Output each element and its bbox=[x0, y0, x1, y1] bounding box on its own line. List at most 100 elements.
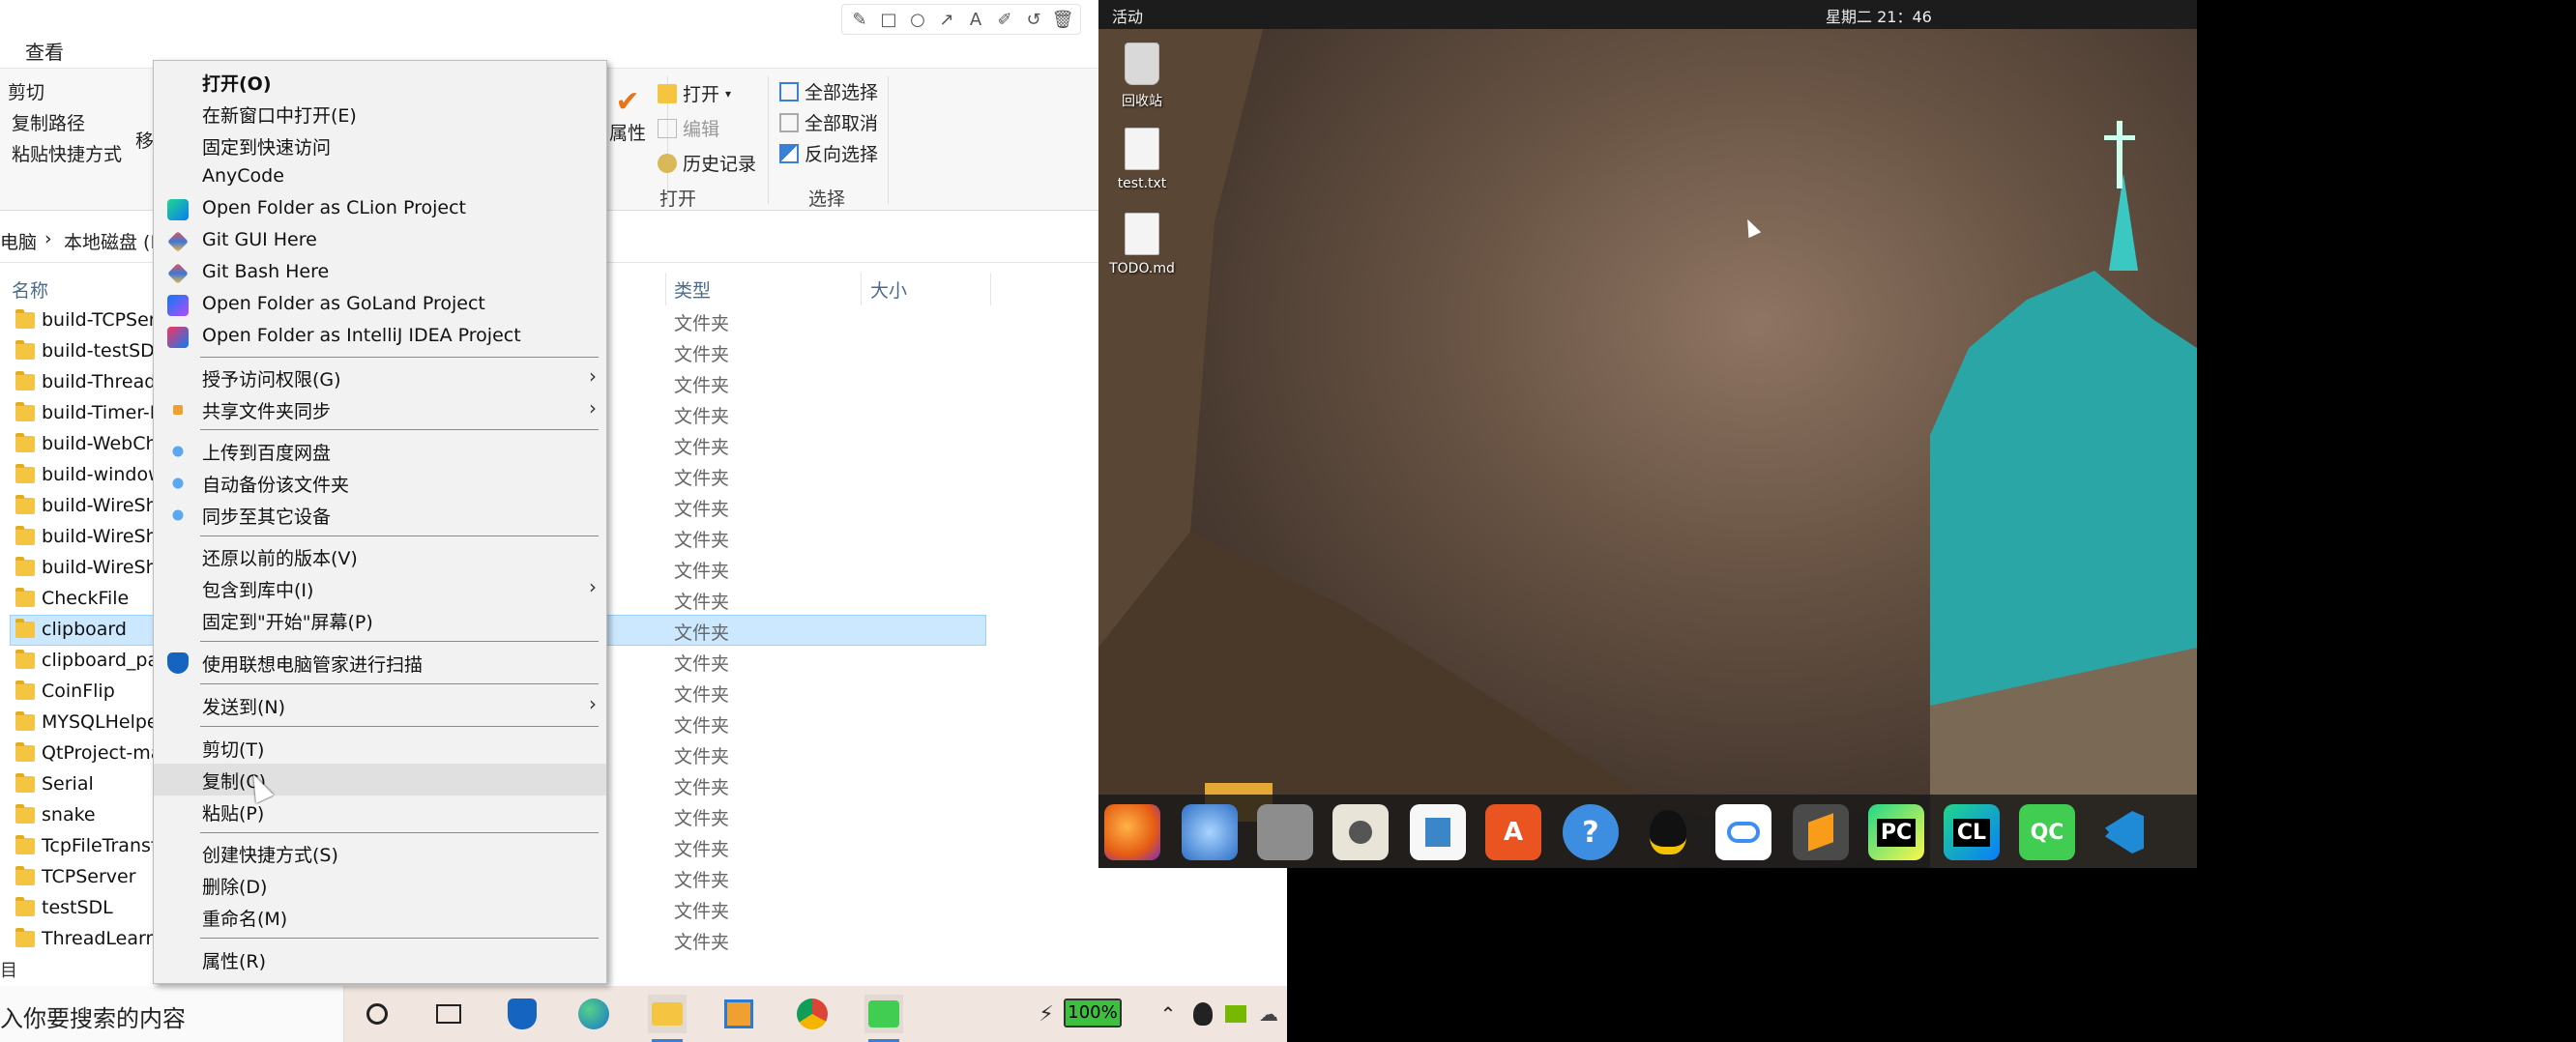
menu-create-shortcut[interactable]: 创建快捷方式(S) bbox=[154, 837, 606, 869]
task-view-icon[interactable] bbox=[429, 995, 468, 1033]
chrome-icon[interactable] bbox=[793, 995, 832, 1033]
folder-icon bbox=[15, 680, 35, 700]
menu-include-library[interactable]: 包含到库中(I) › bbox=[154, 572, 606, 604]
text-icon[interactable]: A bbox=[964, 8, 987, 31]
libreoffice-icon[interactable] bbox=[1410, 804, 1466, 860]
files-icon[interactable] bbox=[1257, 804, 1313, 860]
chevron-up-icon[interactable]: ⌃ bbox=[1149, 995, 1187, 1033]
circle-icon[interactable]: ○ bbox=[906, 8, 929, 31]
undo-icon[interactable]: ↺ bbox=[1022, 8, 1045, 31]
desktop-icon-test-txt[interactable]: test.txt bbox=[1098, 128, 1186, 191]
paste-shortcut-button[interactable]: 粘贴快捷方式 bbox=[12, 140, 122, 166]
column-divider[interactable] bbox=[665, 273, 666, 305]
select-none-button[interactable]: 全部取消 bbox=[779, 109, 878, 135]
copy-path-button[interactable]: 复制路径 bbox=[12, 109, 85, 135]
qtcreator-label: QC bbox=[2030, 820, 2064, 845]
select-all-button[interactable]: 全部选择 bbox=[779, 78, 878, 104]
remote-desktop-icon[interactable] bbox=[719, 995, 758, 1033]
menu-intellij[interactable]: Open Folder as IntelliJ IDEA Project bbox=[154, 321, 606, 353]
cut-button[interactable]: 剪切 bbox=[8, 78, 44, 104]
column-size[interactable]: 大小 bbox=[870, 276, 907, 303]
menu-open-new-window[interactable]: 在新窗口中打开(E) bbox=[154, 98, 606, 130]
sublime-text-icon[interactable] bbox=[1793, 804, 1849, 860]
baidu-netdisk-icon bbox=[172, 509, 184, 521]
menu-send-to[interactable]: 发送到(N) › bbox=[154, 689, 606, 721]
move-to-button[interactable]: 移 bbox=[135, 127, 154, 153]
tab-view[interactable]: 查看 bbox=[25, 37, 64, 65]
menu-grant-access[interactable]: 授予访问权限(G) › bbox=[154, 362, 606, 393]
clion-icon[interactable]: CL bbox=[1944, 804, 2000, 860]
rhythmbox-icon[interactable] bbox=[1332, 804, 1389, 860]
column-divider[interactable] bbox=[990, 273, 991, 305]
search-placeholder: 入你要搜索的内容 bbox=[0, 1005, 186, 1032]
software-center-icon[interactable]: A bbox=[1485, 804, 1541, 860]
baidu-netdisk-icon[interactable] bbox=[1715, 804, 1771, 860]
menu-sync-device[interactable]: 同步至其它设备 bbox=[154, 499, 606, 531]
desktop-icon-todo-md[interactable]: TODO.md bbox=[1098, 213, 1186, 276]
edit-button[interactable]: 编辑 bbox=[658, 115, 719, 141]
menu-baidu-upload[interactable]: 上传到百度网盘 bbox=[154, 435, 606, 467]
column-name[interactable]: 名称 bbox=[12, 276, 48, 303]
lenovo-manager-icon[interactable] bbox=[503, 995, 542, 1033]
menu-clion[interactable]: Open Folder as CLion Project bbox=[154, 193, 606, 225]
qt-creator-icon[interactable]: QC bbox=[2019, 804, 2075, 860]
menu-copy[interactable]: 复制(C) bbox=[154, 764, 606, 796]
text-file-icon bbox=[1125, 128, 1159, 170]
title-bar: ✎ □ ○ ↗ A ✐ ↺ 🗑 bbox=[0, 0, 1287, 39]
menu-cut[interactable]: 剪切(T) bbox=[154, 732, 606, 764]
arrow-icon[interactable]: ↗ bbox=[935, 8, 958, 31]
menu-share-sync[interactable]: 共享文件夹同步 › bbox=[154, 393, 606, 425]
breadcrumb-drive[interactable]: 本地磁盘 (F bbox=[64, 228, 161, 254]
properties-button[interactable]: ✔ 属性 bbox=[609, 88, 646, 145]
qt-creator-icon[interactable] bbox=[864, 995, 903, 1042]
edit-icon bbox=[658, 118, 677, 138]
menu-pin-quick-access[interactable]: 固定到快速访问 bbox=[154, 130, 606, 161]
marker-icon[interactable]: ✐ bbox=[993, 8, 1016, 31]
file-name: build-Thread bbox=[42, 371, 157, 392]
firefox-icon[interactable] bbox=[1104, 804, 1160, 860]
pen-icon[interactable]: ✎ bbox=[848, 8, 871, 31]
menu-git-gui[interactable]: Git GUI Here bbox=[154, 225, 606, 257]
history-button[interactable]: 历史记录 bbox=[658, 150, 756, 176]
pycharm-icon[interactable]: PC bbox=[1868, 804, 1924, 860]
menu-anycode[interactable]: AnyCode bbox=[154, 161, 606, 193]
menu-label: 发送到(N) bbox=[202, 697, 286, 718]
cortana-icon[interactable] bbox=[358, 995, 396, 1033]
menu-auto-backup[interactable]: 自动备份该文件夹 bbox=[154, 467, 606, 499]
clock[interactable]: 星期二 21：46 bbox=[1826, 4, 1932, 27]
ribbon-separator bbox=[768, 76, 769, 204]
vscode-icon[interactable] bbox=[2096, 804, 2152, 860]
menu-goland[interactable]: Open Folder as GoLand Project bbox=[154, 289, 606, 321]
ubuntu-desktop-window: 活动 星期二 21：46 回收站 test.txt TODO.md A ? PC… bbox=[1098, 0, 2197, 868]
battery-indicator[interactable]: 100% bbox=[1064, 999, 1122, 1028]
file-explorer-icon[interactable] bbox=[648, 995, 687, 1042]
desktop-icon-trash[interactable]: 回收站 bbox=[1098, 43, 1186, 110]
thunderbird-icon[interactable] bbox=[1182, 804, 1238, 860]
ribbon-separator bbox=[888, 76, 889, 204]
menu-pin-start[interactable]: 固定到"开始"屏幕(P) bbox=[154, 604, 606, 636]
menu-git-bash[interactable]: Git Bash Here bbox=[154, 257, 606, 289]
menu-lenovo-scan[interactable]: 使用联想电脑管家进行扫描 bbox=[154, 647, 606, 679]
menu-delete[interactable]: 删除(D) bbox=[154, 869, 606, 901]
breadcrumb-pc[interactable]: 电脑 bbox=[0, 228, 37, 254]
open-button[interactable]: 打开 ▾ bbox=[658, 80, 731, 106]
help-icon[interactable]: ? bbox=[1563, 804, 1619, 860]
column-divider[interactable] bbox=[861, 273, 862, 305]
menu-restore-versions[interactable]: 还原以前的版本(V) bbox=[154, 540, 606, 572]
onedrive-icon[interactable]: ☁ bbox=[1249, 995, 1288, 1033]
menu-paste[interactable]: 粘贴(P) bbox=[154, 796, 606, 827]
rectangle-icon[interactable]: □ bbox=[877, 8, 900, 31]
share-sync-icon bbox=[173, 405, 183, 415]
menu-properties[interactable]: 属性(R) bbox=[154, 943, 606, 975]
taskbar-search[interactable]: 入你要搜索的内容 bbox=[0, 986, 344, 1042]
menu-open[interactable]: 打开(O) bbox=[154, 66, 606, 98]
invert-selection-button[interactable]: 反向选择 bbox=[779, 140, 878, 166]
qq-icon[interactable] bbox=[1640, 804, 1696, 860]
delete-icon[interactable]: 🗑 bbox=[1051, 8, 1074, 31]
edge-icon[interactable] bbox=[574, 995, 613, 1033]
activities-button[interactable]: 活动 bbox=[1112, 4, 1143, 27]
file-name: build-testSDL bbox=[42, 340, 158, 362]
column-type[interactable]: 类型 bbox=[674, 276, 711, 303]
menu-rename[interactable]: 重命名(M) bbox=[154, 901, 606, 933]
file-type: 文件夹 bbox=[674, 344, 730, 365]
